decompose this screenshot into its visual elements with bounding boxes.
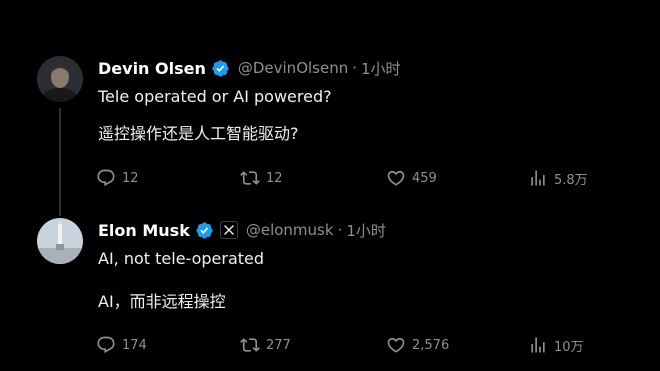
repost-count: 12 (266, 170, 283, 186)
repost-button[interactable]: 277 (240, 334, 291, 356)
tweet-text-line-2: 遥控操作还是人工智能驱动? (98, 124, 299, 143)
like-button[interactable]: 2,576 (386, 334, 449, 356)
bar-chart-views-icon (531, 337, 545, 353)
tweet-action-bar: 174 277 2,576 10万 (96, 334, 616, 356)
repost-button[interactable]: 12 (240, 167, 283, 189)
view-count: 10万 (554, 339, 584, 355)
repost-count: 277 (266, 337, 291, 353)
tweet-text-line-1: Tele operated or AI powered? (98, 87, 332, 106)
view-count: 5.8万 (554, 172, 588, 188)
tweet-timestamp[interactable]: 1小时 (361, 58, 401, 79)
author-handle[interactable]: @elonmusk (246, 221, 334, 239)
header-separator: · (337, 221, 343, 239)
reply-count: 12 (122, 170, 139, 186)
like-count: 2,576 (412, 337, 450, 353)
verified-badge-icon (195, 221, 214, 240)
heart-icon (387, 170, 405, 186)
tweet-text-line-1: AI, not tele-operated (98, 249, 265, 268)
tweet-header: Elon Musk @elonmusk · 1小时 (98, 218, 386, 242)
avatar-devin-olsen[interactable] (37, 56, 83, 102)
tweet-elon-musk[interactable]: Elon Musk @elonmusk · 1小时 AI, not tele-o… (0, 200, 660, 371)
tweet-header: Devin Olsen @DevinOlsenn · 1小时 (98, 56, 401, 80)
author-handle[interactable]: @DevinOlsenn (238, 59, 348, 77)
repost-arrows-icon (240, 338, 260, 352)
header-separator: · (352, 59, 358, 77)
x-affiliation-badge-icon[interactable] (219, 221, 238, 239)
avatar-image (37, 218, 83, 264)
reply-bubble-icon (97, 169, 115, 187)
like-count: 459 (412, 170, 437, 186)
views-button[interactable]: 10万 (528, 334, 584, 356)
author-name[interactable]: Devin Olsen (98, 59, 206, 78)
views-button[interactable]: 5.8万 (528, 167, 588, 189)
like-button[interactable]: 459 (386, 167, 437, 189)
repost-arrows-icon (240, 171, 260, 185)
reply-bubble-icon (97, 336, 115, 354)
tweet-devin-olsen[interactable]: Devin Olsen @DevinOlsenn · 1小时 Tele oper… (0, 0, 660, 200)
verified-badge-icon (211, 59, 230, 78)
author-name[interactable]: Elon Musk (98, 221, 190, 240)
tweet-action-bar: 12 12 459 5.8万 (96, 167, 616, 189)
reply-button[interactable]: 12 (96, 167, 139, 189)
x-logo-icon (224, 225, 234, 235)
reply-count: 174 (122, 337, 147, 353)
heart-icon (387, 337, 405, 353)
tweet-timestamp[interactable]: 1小时 (346, 220, 386, 241)
bar-chart-views-icon (531, 170, 545, 186)
reply-button[interactable]: 174 (96, 334, 147, 356)
tweet-text-line-2: AI，而非远程操控 (98, 292, 226, 311)
avatar-elon-musk[interactable] (37, 218, 83, 264)
avatar-image (37, 56, 83, 102)
